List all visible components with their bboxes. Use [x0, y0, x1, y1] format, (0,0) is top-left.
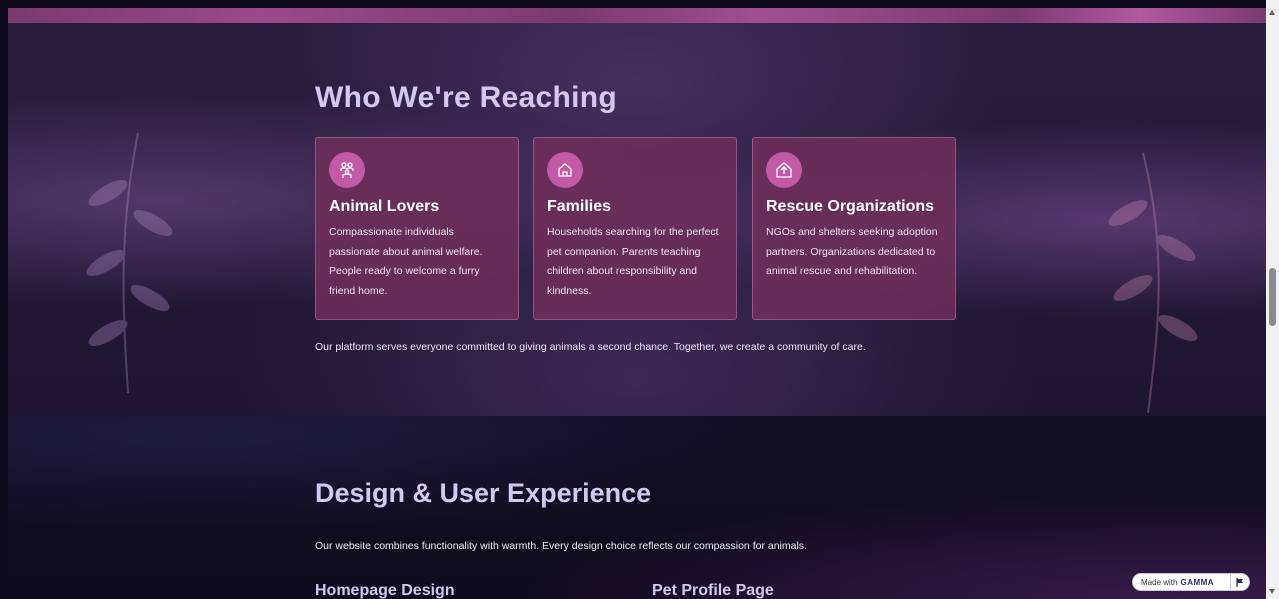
shelter-icon: [766, 152, 802, 188]
badge-label: Made with GAMMA: [1141, 577, 1215, 587]
audience-section: Who We're Reaching Animal Lovers Compass…: [8, 23, 1266, 416]
card-description: Compassionate individuals passionate abo…: [329, 226, 483, 297]
design-section: Design & User Experience Our website com…: [8, 416, 1266, 599]
card-description: NGOs and shelters seeking adoption partn…: [766, 226, 938, 277]
flag-icon[interactable]: [1230, 574, 1249, 590]
scroll-thumb[interactable]: [1269, 268, 1276, 326]
section-description: Our website combines functionality with …: [315, 540, 807, 552]
scroll-up-icon[interactable]: [1269, 10, 1275, 15]
audience-card-animal-lovers: Animal Lovers Compassionate individuals …: [315, 137, 519, 320]
card-title: Animal Lovers: [329, 198, 440, 215]
card-description: Households searching for the perfect pet…: [547, 226, 719, 297]
foliage-left-decoration: [86, 132, 173, 393]
audience-card-rescue-organizations: Rescue Organizations NGOs and shelters s…: [752, 137, 956, 320]
homepage-design-heading: Homepage Design: [315, 582, 455, 599]
made-with-gamma-badge[interactable]: Made with GAMMA: [1132, 573, 1250, 591]
card-title: Rescue Organizations: [766, 198, 935, 215]
gamma-logo: GAMMA: [1180, 577, 1215, 587]
people-icon: [329, 152, 365, 188]
previous-section-edge: [8, 8, 1266, 23]
scroll-down-icon[interactable]: [1269, 589, 1275, 594]
section-title: Design & User Experience: [315, 478, 652, 508]
section-title: Who We're Reaching: [315, 81, 618, 114]
page-scrollbar[interactable]: [1266, 0, 1279, 599]
audience-card-families: Families Households searching for the pe…: [533, 137, 737, 320]
home-icon: [547, 152, 583, 188]
foliage-right-decoration: [1108, 152, 1198, 413]
section-note: Our platform serves everyone committed t…: [315, 341, 866, 353]
card-title: Families: [547, 198, 612, 215]
pet-profile-heading: Pet Profile Page: [652, 582, 774, 599]
